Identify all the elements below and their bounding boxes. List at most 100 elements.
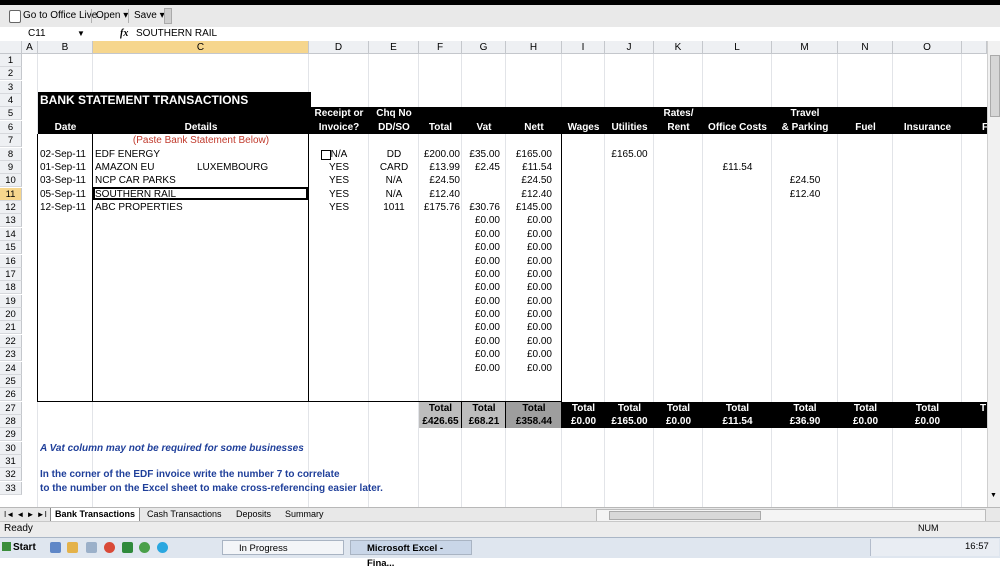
nett-cell[interactable]: £0.00 xyxy=(506,321,552,334)
row-header-33[interactable]: 33 xyxy=(0,481,22,495)
office-costs-cell[interactable]: £11.54 xyxy=(703,161,772,174)
receipt-cell[interactable]: N/A xyxy=(309,148,369,161)
row-header-5[interactable]: 5 xyxy=(0,107,22,121)
chq-cell[interactable]: DD xyxy=(369,148,419,161)
date-cell[interactable]: 12-Sep-11 xyxy=(40,201,92,214)
row-header-16[interactable]: 16 xyxy=(0,254,22,268)
travel-cell[interactable]: £12.40 xyxy=(772,188,838,201)
row-header-31[interactable]: 31 xyxy=(0,455,22,469)
vat-cell[interactable] xyxy=(462,188,500,201)
explorer-icon[interactable] xyxy=(67,542,78,553)
scroll-down-icon[interactable]: ▼ xyxy=(990,492,997,499)
row-header-28[interactable]: 28 xyxy=(0,414,22,428)
nett-cell[interactable]: £0.00 xyxy=(506,335,552,348)
vat-cell[interactable]: £0.00 xyxy=(462,281,500,294)
nett-cell[interactable]: £11.54 xyxy=(506,161,552,174)
row-header-21[interactable]: 21 xyxy=(0,321,22,335)
horizontal-scroll-thumb[interactable] xyxy=(609,511,761,520)
row-header-11[interactable]: 11 xyxy=(0,187,22,201)
receipt-cell[interactable]: YES xyxy=(309,174,369,187)
column-header-b[interactable]: B xyxy=(38,41,93,54)
row-header-32[interactable]: 32 xyxy=(0,468,22,482)
column-header-m[interactable]: M xyxy=(772,41,838,54)
totals-value-vat[interactable]: £68.21 xyxy=(462,415,506,428)
row-header-14[interactable]: 14 xyxy=(0,227,22,241)
vat-cell[interactable]: £0.00 xyxy=(462,228,500,241)
vertical-scrollbar[interactable]: ▼ xyxy=(987,41,1000,507)
chrome-icon[interactable] xyxy=(104,542,115,553)
nett-cell[interactable]: £0.00 xyxy=(506,308,552,321)
tab-nav-arrows-icon[interactable]: I◄ ◄ ► ►I xyxy=(4,508,47,522)
nett-cell[interactable]: £0.00 xyxy=(506,362,552,375)
row-header-23[interactable]: 23 xyxy=(0,348,22,362)
tab-bank-transactions[interactable]: Bank Transactions xyxy=(50,508,141,522)
row-header-10[interactable]: 10 xyxy=(0,174,22,188)
receipt-cell[interactable]: YES xyxy=(309,201,369,214)
row-header-19[interactable]: 19 xyxy=(0,294,22,308)
taskbar-item-excel[interactable]: Microsoft Excel - Fina... xyxy=(350,540,472,569)
details-cell[interactable]: NCP CAR PARKS xyxy=(95,174,215,187)
selected-cell[interactable] xyxy=(93,186,308,201)
name-box[interactable]: C11 xyxy=(28,27,46,41)
vat-cell[interactable]: £0.00 xyxy=(462,308,500,321)
row-header-26[interactable]: 26 xyxy=(0,388,22,402)
vat-cell[interactable]: £0.00 xyxy=(462,214,500,227)
row-header-27[interactable]: 27 xyxy=(0,401,22,415)
column-header-d[interactable]: D xyxy=(309,41,369,54)
vat-cell[interactable]: £0.00 xyxy=(462,321,500,334)
row-header-15[interactable]: 15 xyxy=(0,241,22,255)
row-header-6[interactable]: 6 xyxy=(0,120,22,134)
function-icon[interactable]: fx xyxy=(120,27,128,41)
row-header-9[interactable]: 9 xyxy=(0,160,22,174)
total-cell[interactable]: £175.76 xyxy=(419,201,460,214)
app-icon[interactable] xyxy=(139,542,150,553)
taskbar-item-in-progress[interactable]: In Progress xyxy=(222,540,344,555)
vat-cell[interactable] xyxy=(462,174,500,187)
start-button[interactable]: Start xyxy=(2,540,42,555)
date-cell[interactable]: 05-Sep-11 xyxy=(40,188,92,201)
date-cell[interactable]: 03-Sep-11 xyxy=(40,174,92,187)
toolbar-grip-icon[interactable] xyxy=(164,8,172,24)
utilities-cell[interactable]: £165.00 xyxy=(605,148,654,161)
column-header-partial[interactable] xyxy=(962,41,987,54)
row-header-22[interactable]: 22 xyxy=(0,334,22,348)
row-header-13[interactable]: 13 xyxy=(0,214,22,228)
chq-cell[interactable]: 1011 xyxy=(369,201,419,214)
nett-cell[interactable]: £165.00 xyxy=(506,148,552,161)
vat-cell[interactable]: £0.00 xyxy=(462,335,500,348)
column-header-l[interactable]: L xyxy=(703,41,772,54)
column-header-k[interactable]: K xyxy=(654,41,703,54)
details-cell-extra[interactable]: LUXEMBOURG xyxy=(197,161,297,174)
totals-value-utilities[interactable]: £165.00 xyxy=(605,415,654,428)
vat-cell[interactable]: £35.00 xyxy=(462,148,500,161)
receipt-cell[interactable]: YES xyxy=(309,188,369,201)
row-header-4[interactable]: 4 xyxy=(0,94,22,108)
nett-cell[interactable]: £0.00 xyxy=(506,241,552,254)
nett-cell[interactable]: £0.00 xyxy=(506,268,552,281)
vat-cell[interactable]: £30.76 xyxy=(462,201,500,214)
nett-cell[interactable]: £12.40 xyxy=(506,188,552,201)
select-all-corner[interactable] xyxy=(0,41,22,54)
totals-value-wages[interactable]: £0.00 xyxy=(562,415,605,428)
nett-cell[interactable]: £0.00 xyxy=(506,281,552,294)
receipt-cell[interactable]: YES xyxy=(309,161,369,174)
chq-cell[interactable]: CARD xyxy=(369,161,419,174)
tab-cash-transactions[interactable]: Cash Transactions xyxy=(147,508,222,521)
save-button[interactable]: Save ▾ xyxy=(134,8,165,24)
totals-value-fuel[interactable]: £0.00 xyxy=(838,415,893,428)
nett-cell[interactable]: £24.50 xyxy=(506,174,552,187)
column-header-e[interactable]: E xyxy=(369,41,419,54)
go-to-office-live-button[interactable]: Go to Office Live xyxy=(23,8,97,24)
row-header-24[interactable]: 24 xyxy=(0,361,22,375)
open-button[interactable]: Open ▾ xyxy=(96,8,128,24)
column-header-a[interactable]: A xyxy=(22,41,38,54)
row-header-25[interactable]: 25 xyxy=(0,374,22,388)
vat-cell[interactable]: £0.00 xyxy=(462,241,500,254)
column-header-g[interactable]: G xyxy=(462,41,506,54)
row-header-7[interactable]: 7 xyxy=(0,134,22,148)
row-header-8[interactable]: 8 xyxy=(0,147,22,161)
total-cell[interactable]: £13.99 xyxy=(419,161,460,174)
row-header-20[interactable]: 20 xyxy=(0,308,22,322)
total-cell[interactable]: £200.00 xyxy=(419,148,460,161)
details-cell[interactable]: ABC PROPERTIES xyxy=(95,201,215,214)
